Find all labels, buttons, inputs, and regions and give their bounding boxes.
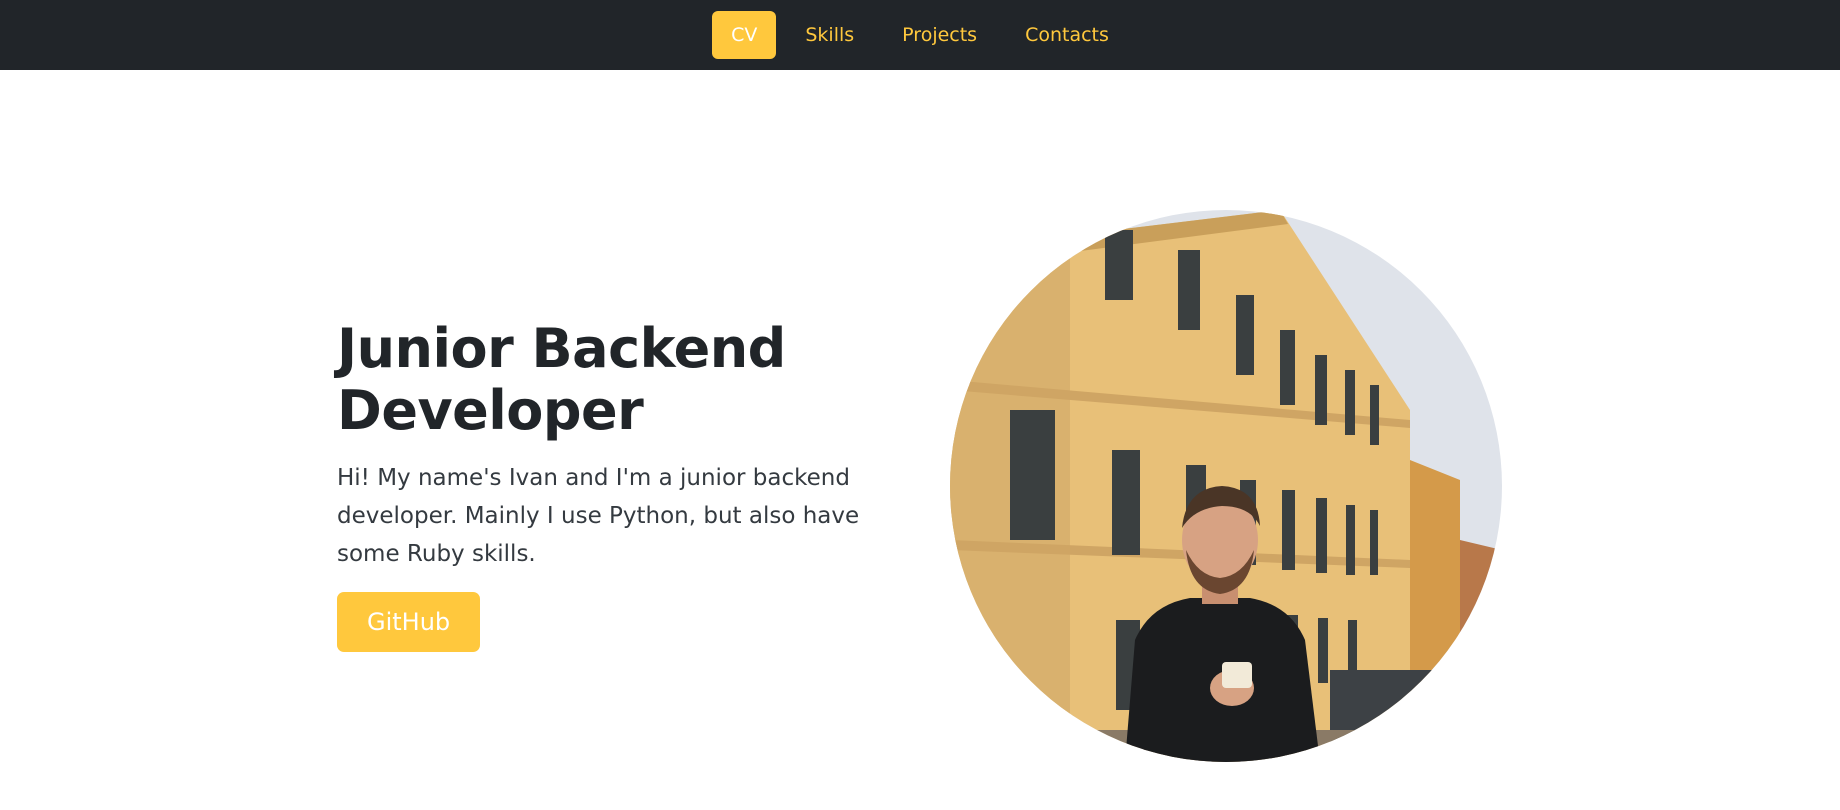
github-button[interactable]: GitHub <box>337 592 481 652</box>
page: CV Skills Projects Contacts Junior Backe… <box>0 0 1840 810</box>
top-navbar: CV Skills Projects Contacts <box>0 0 1840 70</box>
window <box>1178 250 1200 330</box>
profile-photo-illustration <box>950 210 1502 762</box>
window <box>1010 410 1055 540</box>
window <box>1316 498 1327 573</box>
distant-building <box>1410 460 1460 762</box>
title-line-2: Developer <box>337 379 644 442</box>
window <box>1370 510 1378 575</box>
profile-photo <box>950 210 1502 762</box>
window <box>1370 385 1379 445</box>
window <box>1112 450 1140 555</box>
window <box>1105 230 1133 300</box>
page-title: Junior Backend Developer <box>337 318 897 442</box>
distant-building-2 <box>1460 540 1502 762</box>
paper-cup <box>1222 662 1252 688</box>
car <box>1330 670 1502 762</box>
nav-link-projects[interactable]: Projects <box>883 11 996 59</box>
intro-paragraph: Hi! My name's Ivan and I'm a junior back… <box>337 465 860 567</box>
nav-link-skills[interactable]: Skills <box>786 11 873 59</box>
nav-link-cv[interactable]: CV <box>712 11 777 59</box>
window <box>1282 490 1295 570</box>
window <box>1345 370 1355 435</box>
window <box>1280 330 1295 405</box>
window <box>1315 355 1327 425</box>
nav-link-contacts[interactable]: Contacts <box>1006 11 1128 59</box>
hero-section: Junior Backend Developer Hi! My name's I… <box>337 318 897 652</box>
window <box>1318 618 1328 683</box>
window <box>1346 505 1355 575</box>
window <box>1236 295 1254 375</box>
title-line-1: Junior Backend <box>337 317 786 380</box>
